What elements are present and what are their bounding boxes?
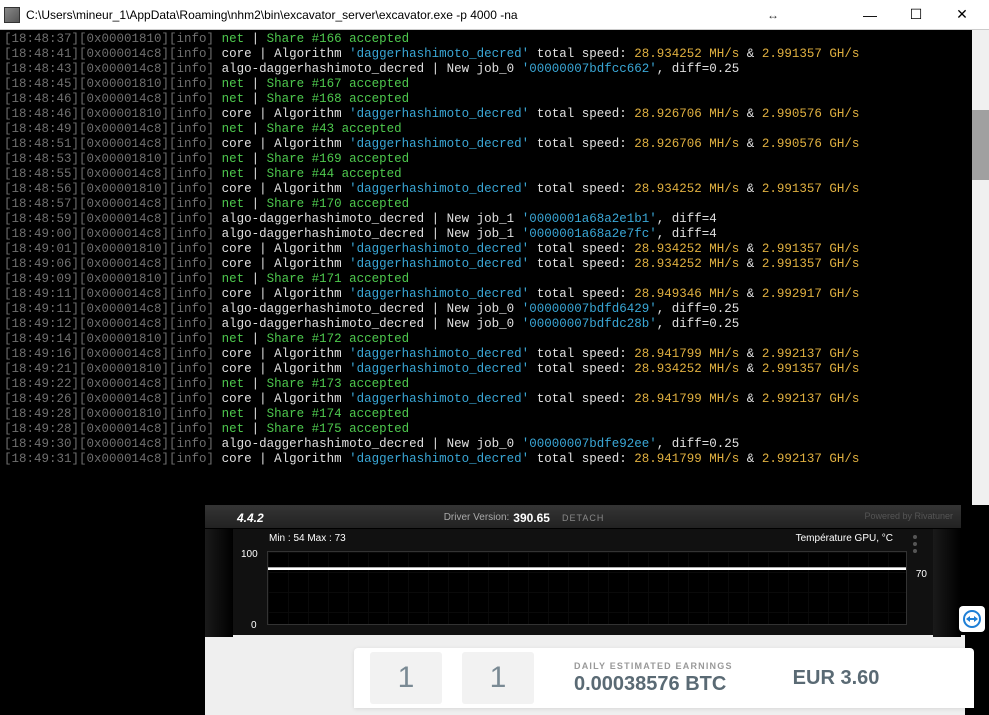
log-line: [18:49:06][0x000014c8][info] core | Algo…	[4, 257, 985, 272]
stat-box-1: 1	[370, 652, 442, 704]
scrollbar-thumb[interactable]	[972, 110, 989, 180]
log-line: [18:48:41][0x000014c8][info] core | Algo…	[4, 47, 985, 62]
log-line: [18:49:31][0x000014c8][info] core | Algo…	[4, 452, 985, 467]
log-line: [18:48:46][0x000014c8][info] net | Share…	[4, 92, 985, 107]
gpu-graph	[267, 551, 907, 625]
detach-button[interactable]: DETACH	[562, 513, 604, 523]
gpu-axis-0: 0	[251, 620, 257, 631]
earnings-block: DAILY ESTIMATED EARNINGS 0.00038576 BTC	[574, 661, 733, 696]
gpu-graph-title: Température GPU, °C	[796, 533, 893, 544]
log-line: [18:49:11][0x000014c8][info] core | Algo…	[4, 287, 985, 302]
gpu-side-decoration-right	[933, 529, 961, 637]
minimize-button[interactable]: —	[847, 0, 893, 30]
log-line: [18:48:59][0x000014c8][info] algo-dagger…	[4, 212, 985, 227]
log-line: [18:48:43][0x000014c8][info] algo-dagger…	[4, 62, 985, 77]
log-line: [18:49:28][0x00001810][info] net | Share…	[4, 407, 985, 422]
teamviewer-icon[interactable]	[959, 606, 985, 632]
gpu-minmax-label: Min : 54 Max : 73	[269, 533, 346, 544]
close-button[interactable]: ✕	[939, 0, 985, 30]
log-line: [18:48:46][0x00001810][info] core | Algo…	[4, 107, 985, 122]
gpu-version: 4.4.2	[237, 511, 264, 525]
log-line: [18:49:01][0x00001810][info] core | Algo…	[4, 242, 985, 257]
log-line: [18:49:16][0x000014c8][info] core | Algo…	[4, 347, 985, 362]
stat-value-1: 1	[398, 663, 415, 693]
log-line: [18:49:30][0x000014c8][info] algo-dagger…	[4, 437, 985, 452]
log-line: [18:49:11][0x000014c8][info] algo-dagger…	[4, 302, 985, 317]
log-line: [18:49:09][0x00001810][info] net | Share…	[4, 272, 985, 287]
earnings-label: DAILY ESTIMATED EARNINGS	[574, 661, 733, 671]
gpu-axis-70: 70	[916, 569, 927, 580]
log-line: [18:49:22][0x000014c8][info] net | Share…	[4, 377, 985, 392]
log-line: [18:48:51][0x000014c8][info] core | Algo…	[4, 137, 985, 152]
gpu-axis-100: 100	[241, 549, 258, 560]
drag-indicator-icon: ↔	[767, 8, 779, 22]
maximize-button[interactable]: ☐	[893, 0, 939, 30]
left-panel-dark	[0, 505, 205, 715]
gpu-driver-version: 390.65	[513, 511, 550, 525]
earnings-btc: 0.00038576 BTC	[574, 673, 733, 696]
log-line: [18:48:45][0x00001810][info] net | Share…	[4, 77, 985, 92]
stat-box-2: 1	[462, 652, 534, 704]
log-line: [18:49:21][0x00001810][info] core | Algo…	[4, 362, 985, 377]
log-line: [18:49:14][0x00001810][info] net | Share…	[4, 332, 985, 347]
powered-by-label: Powered by Rivatuner	[864, 511, 953, 521]
log-line: [18:49:28][0x000014c8][info] net | Share…	[4, 422, 985, 437]
log-line: [18:48:49][0x000014c8][info] net | Share…	[4, 122, 985, 137]
window-title: C:\Users\mineur_1\AppData\Roaming\nhm2\b…	[26, 8, 847, 22]
gpu-graph-area: Min : 54 Max : 73 Température GPU, °C 10…	[233, 529, 933, 637]
stat-value-2: 1	[490, 663, 507, 693]
window-controls: — ☐ ✕	[847, 0, 985, 30]
log-line: [18:49:12][0x000014c8][info] algo-dagger…	[4, 317, 985, 332]
gpu-menu-dots-icon[interactable]	[913, 535, 927, 553]
gpu-header: 4.4.2 Driver Version: 390.65 DETACH Powe…	[205, 507, 961, 529]
earnings-eur: EUR 3.60	[793, 667, 880, 690]
log-line: [18:48:53][0x00001810][info] net | Share…	[4, 152, 985, 167]
app-icon	[4, 7, 20, 23]
log-line: [18:48:37][0x00001810][info] net | Share…	[4, 32, 985, 47]
log-line: [18:48:55][0x000014c8][info] net | Share…	[4, 167, 985, 182]
vertical-scrollbar[interactable]	[972, 30, 989, 505]
log-line: [18:48:56][0x00001810][info] core | Algo…	[4, 182, 985, 197]
gpu-driver-label: Driver Version:	[444, 512, 510, 523]
window-titlebar: C:\Users\mineur_1\AppData\Roaming\nhm2\b…	[0, 0, 989, 30]
gpu-temperature-line	[268, 568, 906, 569]
log-line: [18:48:57][0x000014c8][info] net | Share…	[4, 197, 985, 212]
earnings-card: 1 1 DAILY ESTIMATED EARNINGS 0.00038576 …	[354, 648, 974, 708]
log-line: [18:49:26][0x000014c8][info] core | Algo…	[4, 392, 985, 407]
gpu-side-decoration-left	[205, 529, 233, 637]
gpu-monitor-panel: 4.4.2 Driver Version: 390.65 DETACH Powe…	[205, 505, 961, 635]
console-output: [18:48:37][0x00001810][info] net | Share…	[0, 30, 989, 505]
log-line: [18:49:00][0x000014c8][info] algo-dagger…	[4, 227, 985, 242]
